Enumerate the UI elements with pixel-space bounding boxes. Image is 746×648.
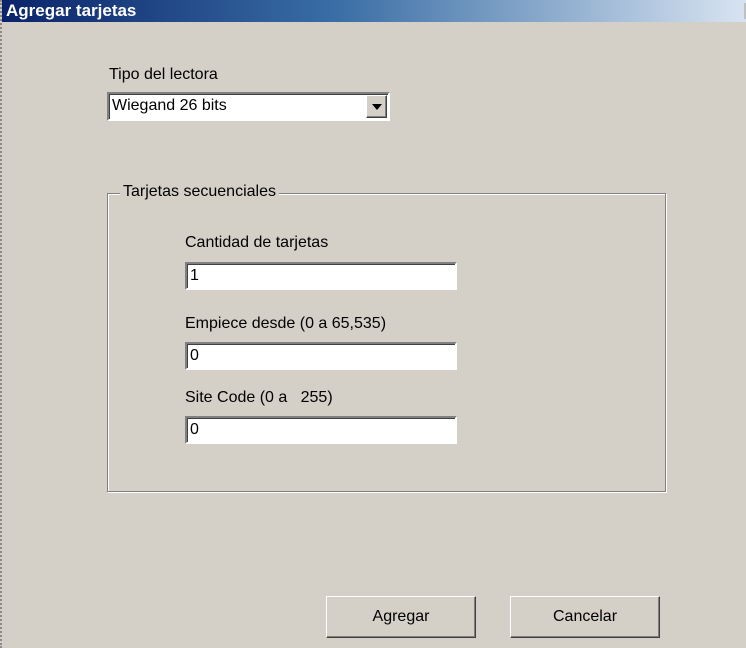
chevron-down-icon xyxy=(372,104,382,110)
quantity-label: Cantidad de tarjetas xyxy=(185,234,329,251)
title-bar[interactable]: Agregar tarjetas xyxy=(2,0,746,22)
dropdown-button[interactable] xyxy=(366,95,387,118)
quantity-input[interactable] xyxy=(185,262,457,290)
reader-type-label: Tipo del lectora xyxy=(109,66,218,83)
add-button[interactable]: Agregar xyxy=(326,596,476,638)
window-title: Agregar tarjetas xyxy=(6,1,137,20)
site-code-label: Site Code (0 a 255) xyxy=(185,389,333,406)
reader-type-value: Wiegand 26 bits xyxy=(112,97,227,114)
sequential-cards-group: Tarjetas secuenciales Cantidad de tarjet… xyxy=(107,183,666,492)
reader-type-select[interactable]: Wiegand 26 bits xyxy=(107,92,390,121)
start-from-input[interactable] xyxy=(185,342,457,370)
start-from-label: Empiece desde (0 a 65,535) xyxy=(185,315,387,332)
add-cards-dialog: Agregar tarjetas Tipo del lectora Wiegan… xyxy=(0,0,746,648)
site-code-input[interactable] xyxy=(185,416,457,444)
group-legend: Tarjetas secuenciales xyxy=(120,183,279,201)
cancel-button[interactable]: Cancelar xyxy=(510,596,660,638)
